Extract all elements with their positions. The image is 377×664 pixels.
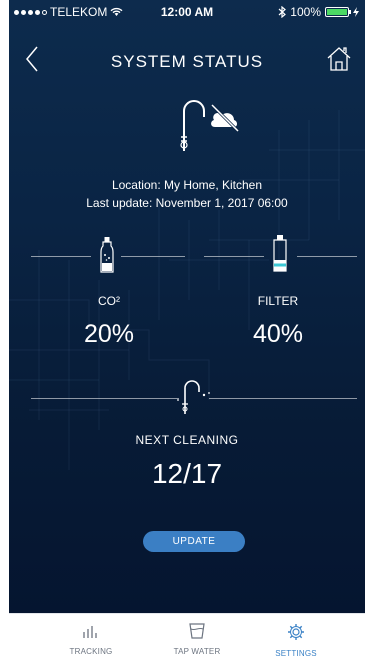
page-title: SYSTEM STATUS	[110, 52, 264, 71]
status-bar: TELEKOM 12:00 AM 100%	[9, 0, 365, 22]
tab-bar: TRACKING TAP WATER SETTINGS	[9, 613, 365, 664]
system-status-screen: TELEKOM 12:00 AM 100% SYSTEM STATUS Loca…	[9, 0, 365, 613]
next-cleaning-value: 12/17	[151, 458, 223, 489]
tab-label: SETTINGS	[275, 649, 317, 658]
divider	[121, 256, 185, 257]
divider	[209, 398, 357, 399]
filter-label: FILTER	[257, 294, 299, 308]
co2-bottle-icon	[100, 237, 114, 273]
header: SYSTEM STATUS	[9, 40, 365, 80]
gear-icon	[288, 624, 304, 640]
filter-value: 40%	[252, 320, 304, 348]
battery-percent: 100%	[290, 5, 321, 19]
glass-icon	[189, 623, 205, 639]
charging-icon	[353, 7, 359, 17]
divider	[297, 256, 357, 257]
tab-settings[interactable]: SETTINGS	[237, 618, 355, 664]
tab-label: TAP WATER	[173, 647, 221, 656]
status-right: 100%	[278, 5, 359, 19]
bar-chart-icon	[83, 626, 97, 638]
location-text: Location: My Home, Kitchen	[111, 178, 263, 192]
cleaning-faucet-icon	[177, 380, 210, 414]
home-button[interactable]	[325, 44, 353, 74]
divider	[204, 256, 264, 257]
co2-value: 20%	[83, 320, 135, 348]
faucet-icon	[180, 100, 240, 151]
battery-icon	[325, 7, 351, 17]
divider	[31, 256, 91, 257]
co2-label: CO²	[98, 294, 120, 308]
bluetooth-icon	[278, 6, 287, 18]
phone-screen: TELEKOM 12:00 AM 100% SYSTEM STATUS Loca…	[9, 0, 365, 664]
filter-cartridge-icon	[273, 235, 287, 272]
tab-label: TRACKING	[69, 647, 113, 656]
tab-tracking[interactable]: TRACKING	[32, 618, 150, 664]
device-location: Location: My Home, Kitchen Last update: …	[9, 176, 365, 212]
last-update-text: Last update: November 1, 2017 06:00	[86, 196, 288, 210]
next-cleaning-label: NEXT CLEANING	[135, 433, 239, 447]
update-button[interactable]: UPDATE	[143, 531, 245, 552]
divider	[31, 398, 179, 399]
